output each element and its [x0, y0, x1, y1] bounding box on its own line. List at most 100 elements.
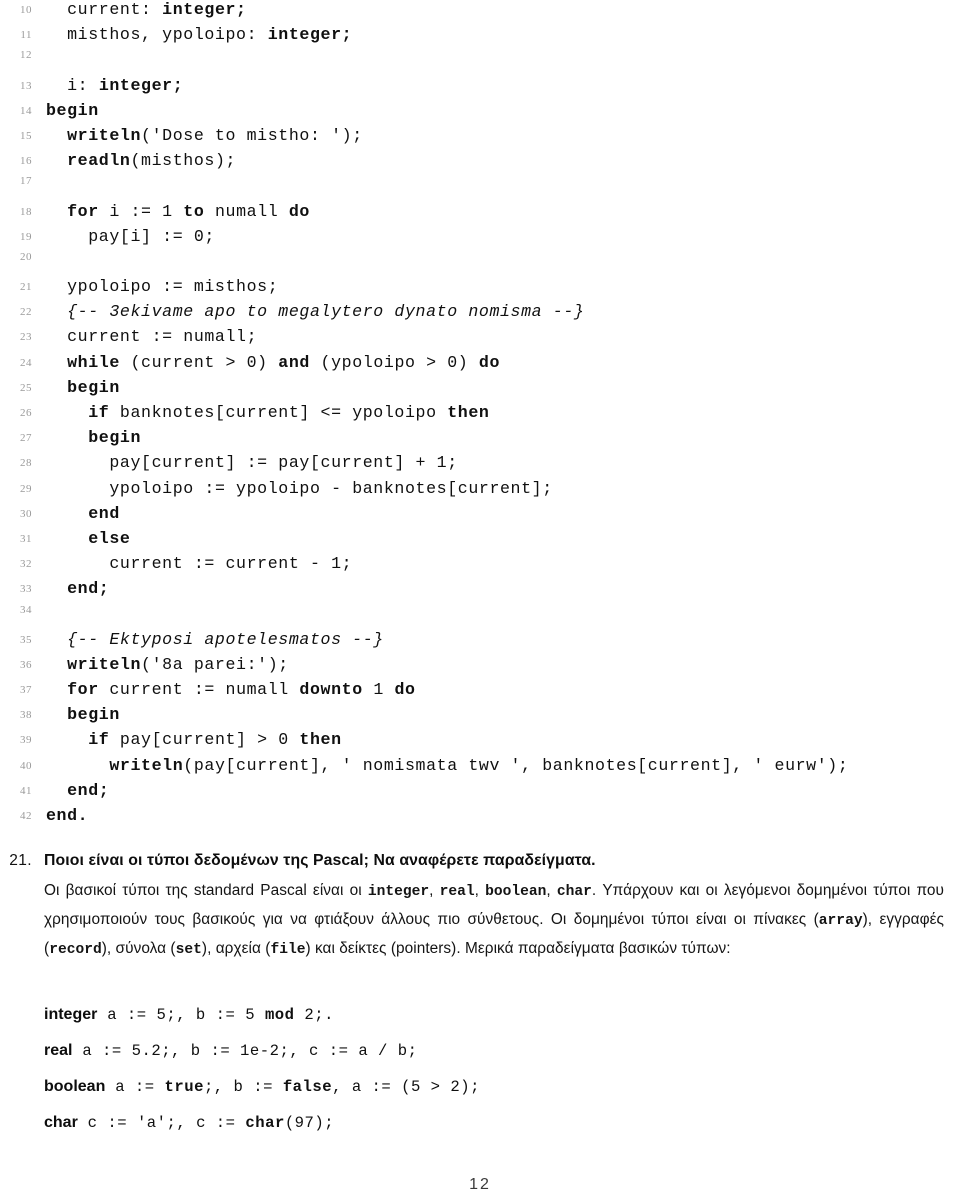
code-line-number: 32 [20, 558, 32, 571]
code-line-number: 36 [20, 658, 32, 671]
code-line-number: 15 [20, 129, 32, 142]
example-type-keyword: char [44, 1114, 78, 1131]
code-line: 20 [0, 251, 960, 277]
question-row: 21. Ποιοι είναι οι τύποι δεδομένων της P… [0, 848, 960, 965]
document-page: { "page": { "number": "12" }, "listing":… [0, 0, 960, 1202]
code-line-number: 31 [20, 532, 32, 545]
example-line: real a := 5.2;, b := 1e-2;, c := a / b; [0, 1042, 960, 1078]
code-token: false [282, 1078, 333, 1096]
question-body: Ποιοι είναι οι τύποι δεδομένων της Pasca… [44, 848, 960, 965]
example-type-keyword: boolean [44, 1078, 106, 1095]
code-line-text: writeln('8a parei:'); [46, 655, 289, 674]
code-token: mod [264, 1006, 295, 1024]
code-line: 34 [0, 604, 960, 630]
code-token: end; [67, 579, 110, 599]
code-token: c := 'a';, c := [77, 1114, 246, 1132]
paragraph-text: ), σύνολα ( [101, 940, 176, 958]
code-line-text: {-- Ektyposi apotelesmatos --} [46, 630, 384, 649]
paragraph-text: ), αρχεία ( [201, 940, 271, 958]
code-line-text: begin [46, 101, 99, 120]
example-code-text: a := true;, b := false, a := (5 > 2); [105, 1078, 480, 1096]
code-line-text: ypoloipo := ypoloipo - banknotes[current… [46, 479, 553, 498]
code-token: then [299, 730, 342, 750]
question-number: 21. [9, 852, 32, 869]
code-line-text: pay[current] := pay[current] + 1; [46, 453, 458, 472]
code-token: (97); [284, 1114, 335, 1132]
code-line: 38 begin [0, 705, 960, 730]
code-token: , a := (5 > 2); [332, 1078, 480, 1096]
inline-type-keyword: set [175, 942, 202, 959]
code-line: 30 end [0, 504, 960, 529]
code-line: 23 current := numall; [0, 327, 960, 352]
code-token: ('Dose to mistho: '); [141, 125, 363, 145]
code-line: 18 for i := 1 to numall do [0, 202, 960, 227]
paragraph-text: , [429, 882, 440, 899]
code-token: numall [204, 201, 289, 221]
inline-type-keyword: file [270, 942, 306, 959]
code-line-number: 25 [20, 381, 32, 394]
code-token: a := 5;, b := 5 [97, 1006, 265, 1024]
code-token: end. [46, 806, 89, 825]
code-line-number: 30 [20, 507, 32, 520]
code-line: 31 else [0, 529, 960, 554]
code-line-number: 37 [20, 684, 32, 697]
code-token: for [67, 680, 99, 700]
example-line: char c := 'a';, c := char(97); [0, 1114, 960, 1150]
code-token: {-- 3ekivame apo to megalytero dynato no… [67, 302, 585, 322]
code-line-text: for i := 1 to numall do [46, 202, 310, 221]
code-token: misthos, ypoloipo: [67, 25, 268, 45]
inline-type-keyword: integer [367, 884, 430, 900]
code-line: 11 misthos, ypoloipo: integer; [0, 25, 960, 50]
code-line: 27 begin [0, 428, 960, 453]
code-line-number: 21 [20, 281, 32, 294]
code-line: 32 current := current - 1; [0, 554, 960, 579]
code-line: 24 while (current > 0) and (ypoloipo > 0… [0, 353, 960, 378]
code-token: if [88, 403, 110, 422]
code-token: ('8a parei:'); [141, 654, 289, 674]
inline-type-keyword: array [818, 913, 863, 930]
code-token: ;, b := [203, 1078, 283, 1096]
example-code-text: a := 5;, b := 5 mod 2;. [97, 1006, 334, 1024]
code-line-text: else [46, 529, 130, 548]
code-line: 25 begin [0, 378, 960, 403]
code-line-number: 38 [20, 709, 32, 722]
code-token: begin [46, 100, 99, 120]
question-answer-paragraph: Οι βασικοί τύποι της standard Pascal είν… [44, 877, 944, 965]
code-token: current := current - 1; [109, 554, 353, 574]
inline-type-keyword: record [49, 942, 102, 959]
code-line-number: 29 [20, 482, 32, 495]
code-line-text: current: integer; [46, 0, 247, 19]
code-line-text: if pay[current] > 0 then [46, 730, 342, 749]
example-type-keyword: integer [44, 1006, 98, 1023]
code-line-text: if banknotes[current] <= ypoloipo then [46, 403, 489, 422]
code-token: to [183, 201, 205, 221]
code-line-text: writeln(pay[current], ' nomismata twv ',… [46, 756, 848, 775]
code-token: integer; [162, 0, 247, 19]
code-token: (pay[current], ' nomismata twv ', bankno… [183, 755, 849, 775]
code-line-text: begin [46, 428, 141, 447]
code-token: (ypoloipo > 0) [309, 352, 479, 372]
pascal-code-listing: 10 current: integer; 11 misthos, ypoloipo… [0, 0, 960, 831]
code-line: 15 writeln('Dose to mistho: '); [0, 126, 960, 151]
code-line: 37 for current := numall downto 1 do [0, 680, 960, 705]
code-line-number: 10 [20, 4, 32, 16]
code-line-text: end [46, 504, 120, 523]
code-token: writeln [67, 125, 142, 145]
code-token: true [164, 1078, 204, 1096]
code-line: 10 current: integer; [0, 0, 960, 25]
inline-type-keyword: real [439, 884, 475, 900]
inline-type-keyword: boolean [485, 884, 547, 900]
code-line-number: 28 [20, 457, 32, 470]
code-token: begin [67, 705, 120, 725]
code-line: 17 [0, 175, 960, 201]
paragraph-text: , [546, 882, 557, 899]
code-line-number: 17 [20, 175, 32, 188]
code-line: 14 begin [0, 101, 960, 126]
code-token: then [447, 403, 490, 422]
code-line-number: 19 [20, 230, 32, 243]
code-line: 41 end; [0, 781, 960, 806]
code-line: 21 ypoloipo := misthos; [0, 277, 960, 302]
code-line-text: end; [46, 579, 109, 598]
code-line-number: 26 [20, 407, 32, 419]
page-number: 12 [469, 1176, 491, 1193]
